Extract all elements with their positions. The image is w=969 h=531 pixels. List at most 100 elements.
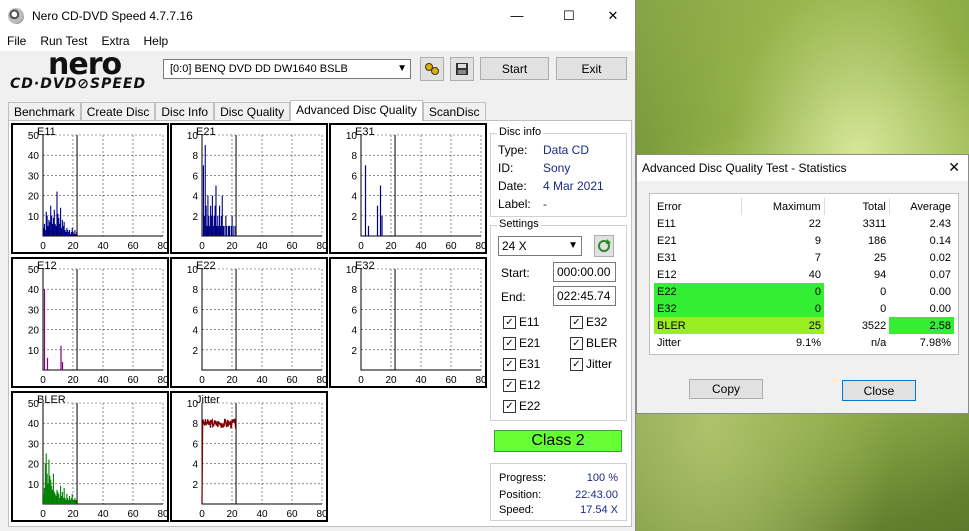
checkbox-jitter[interactable]: ✓ Jitter [570, 357, 612, 371]
disc-type-label: Type: [498, 143, 528, 157]
x-tick-label: 20 [385, 375, 397, 386]
col-header-maximum: Maximum [741, 198, 825, 215]
stat-cell-total: 0 [880, 285, 887, 298]
graph-title: E31 [355, 126, 375, 138]
toolbar: nero CD·DVD⊘SPEED [0:0] BENQ DVD DD DW16… [0, 47, 635, 96]
copy-button[interactable]: Copy [689, 379, 763, 399]
graph-title: E32 [355, 260, 375, 272]
close-button[interactable]: Close [842, 380, 916, 401]
floppy-disk-icon [456, 63, 468, 75]
check-icon: ✓ [503, 357, 516, 371]
tab-scandisc[interactable]: ScanDisc [422, 102, 486, 121]
x-tick-label: 20 [226, 375, 238, 386]
progress-label: Progress: [499, 472, 547, 484]
drive-info-button[interactable] [420, 57, 444, 81]
drive-select[interactable]: [0:0] BENQ DVD DD DW1640 BSLB ▼ [163, 59, 411, 79]
x-tick-label: 60 [286, 375, 298, 386]
check-icon: ✓ [503, 399, 516, 413]
table-row: E22 0 0 0.00 [654, 283, 954, 300]
tab-benchmark[interactable]: Benchmark [8, 102, 81, 121]
stat-cell-max: 25 [741, 317, 825, 334]
x-tick-label: 0 [40, 375, 46, 386]
graph-plot: 0 20 40 60 805040302010 [28, 265, 167, 386]
x-tick-label: 40 [256, 375, 268, 386]
stat-cell-e: E21 [657, 234, 677, 247]
disc-date-label: Date: [498, 179, 527, 193]
x-tick-label: 0 [199, 509, 205, 520]
checkbox-e12[interactable]: ✓ E12 [503, 378, 540, 392]
col-header-error: Error [654, 198, 743, 215]
x-tick-label: 20 [67, 375, 79, 386]
refresh-speed-button[interactable] [594, 235, 614, 257]
stat-cell-total: 94 [874, 268, 887, 281]
y-tick-label: 10 [28, 212, 40, 223]
menu-help[interactable]: Help [137, 34, 176, 48]
start-button[interactable]: Start [480, 57, 549, 80]
stat-cell-avg: 7.98% [919, 336, 951, 349]
chevron-down-icon: ▼ [397, 63, 407, 74]
maximize-icon[interactable]: ☐ [546, 0, 592, 31]
graph-plot: 0 20 40 60 805040302010 [28, 399, 167, 520]
x-tick-label: 60 [445, 375, 457, 386]
stat-cell-max: 9.1% [795, 336, 822, 349]
tab-disc-quality[interactable]: Disc Quality [214, 102, 291, 121]
stat-cell-total: 186 [867, 234, 887, 247]
y-tick-label: 40 [28, 151, 40, 162]
stat-cell-total: 0 [880, 302, 887, 315]
data-bar [231, 215, 233, 236]
x-tick-label: 80 [475, 241, 485, 252]
save-button[interactable] [450, 57, 474, 81]
x-tick-label: 40 [415, 241, 427, 252]
y-tick-label: 8 [351, 285, 357, 296]
drive-chain-icon [425, 63, 439, 75]
disc-label-value: - [543, 197, 547, 211]
tab-strip: Benchmark Create Disc Disc Info Disc Qua… [8, 100, 486, 121]
settings-group: Settings 24 X ▼ Start: 000:00.00 End: 02… [490, 218, 627, 421]
menu-extra[interactable]: Extra [94, 34, 136, 48]
col-header-average: Average [910, 200, 951, 213]
stat-cell-avg: 0.14 [929, 234, 951, 247]
stat-cell-e: BLER [654, 317, 742, 334]
y-tick-label: 8 [192, 285, 198, 296]
stat-cell-max: 9 [814, 234, 822, 247]
y-tick-label: 8 [192, 151, 198, 162]
menu-file[interactable]: File [0, 34, 33, 48]
stat-cell-total: 25 [874, 251, 887, 264]
x-tick-label: 60 [286, 241, 298, 252]
checkbox-e21[interactable]: ✓ E21 [503, 336, 540, 350]
tab-advanced-disc-quality[interactable]: Advanced Disc Quality [290, 100, 423, 121]
checkbox-jitter-label: Jitter [586, 357, 613, 371]
refresh-icon [598, 239, 611, 252]
end-time-input[interactable]: 022:45.74 [553, 286, 616, 306]
speed-select[interactable]: 24 X ▼ [498, 236, 582, 256]
stat-cell-avg: 0.00 [929, 302, 951, 315]
x-tick-label: 80 [157, 509, 167, 520]
y-tick-label: 6 [351, 305, 357, 316]
x-tick-label: 0 [358, 241, 364, 252]
x-tick-label: 40 [256, 241, 268, 252]
minimize-icon[interactable]: — [494, 0, 540, 31]
graph-title: Jitter [196, 394, 220, 406]
checkbox-e11-label: E11 [519, 315, 540, 329]
stat-cell-e: E31 [657, 251, 677, 264]
y-tick-label: 2 [351, 212, 357, 223]
x-tick-label: 80 [475, 375, 485, 386]
checkbox-bler[interactable]: ✓ BLER [570, 336, 617, 350]
checkbox-e32[interactable]: ✓ E32 [570, 315, 607, 329]
menu-run-test[interactable]: Run Test [33, 34, 94, 48]
graph-plot: 0 20 40 60 80108642 [346, 265, 485, 386]
exit-button[interactable]: Exit [556, 57, 627, 80]
disc-id-value: Sony [543, 161, 571, 175]
start-time-input[interactable]: 000:00.00 [553, 262, 616, 282]
close-icon[interactable]: ✕ [590, 0, 636, 31]
y-tick-label: 2 [192, 212, 198, 223]
graph-title: E11 [37, 126, 56, 138]
tab-create-disc[interactable]: Create Disc [80, 102, 156, 121]
checkbox-e11[interactable]: ✓ E11 [503, 315, 539, 329]
tab-disc-info[interactable]: Disc Info [155, 102, 215, 121]
checkbox-e22[interactable]: ✓ E22 [503, 399, 540, 413]
disc-type-value: Data CD [543, 143, 590, 157]
checkbox-e31[interactable]: ✓ E31 [503, 357, 540, 371]
graph-title: E12 [37, 260, 57, 272]
dialog-close-icon[interactable]: ✕ [948, 159, 960, 176]
